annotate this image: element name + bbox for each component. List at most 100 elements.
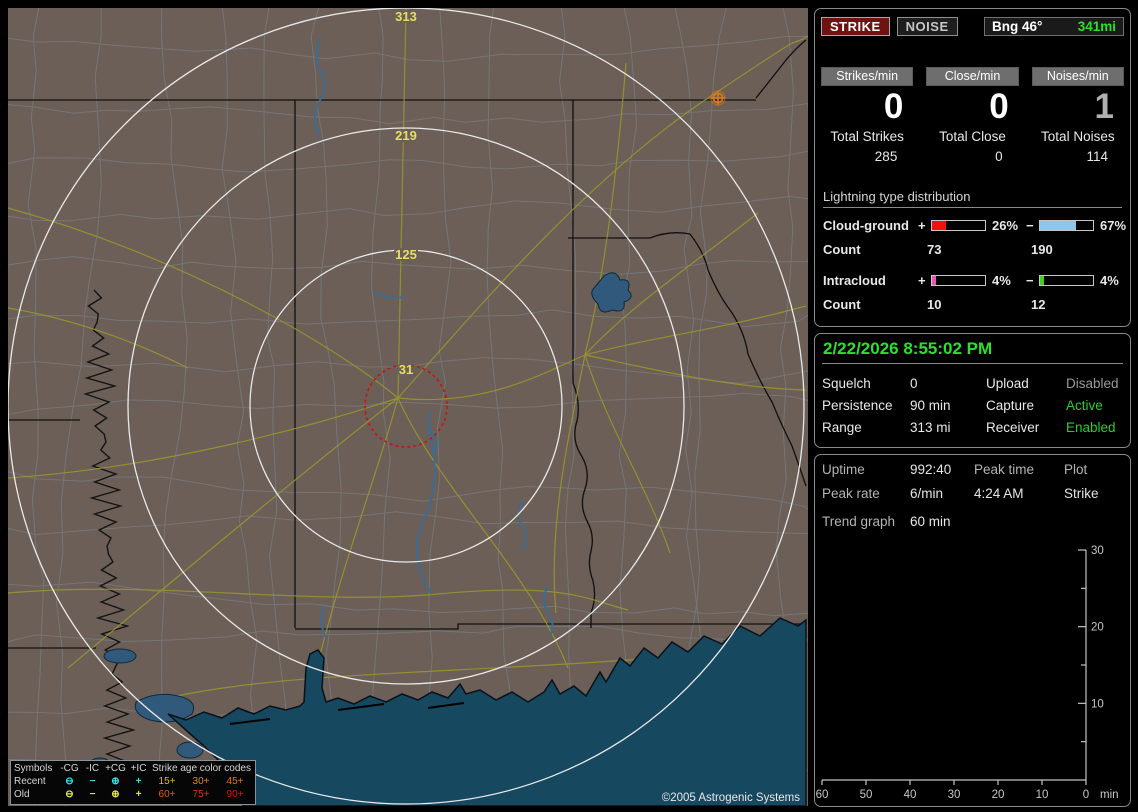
svg-text:10: 10 — [1036, 789, 1049, 801]
strike-symbol-plus-cg — [710, 90, 726, 106]
strike-toggle-button[interactable]: STRIKE — [821, 17, 890, 36]
plus-ic-recent-icon: + — [135, 776, 142, 787]
total-close-label: Total Close — [939, 128, 1006, 144]
close-per-min-button[interactable]: Close/min — [926, 67, 1019, 86]
plot-mode-value: Strike — [1064, 486, 1099, 501]
svg-text:30: 30 — [1091, 545, 1104, 557]
age-code-15: 15+ — [158, 776, 176, 787]
plus-sign: + — [918, 272, 926, 288]
age-code-90: 90+ — [226, 789, 244, 800]
ring-label-125: 125 — [395, 247, 417, 262]
intracloud-minus-bar — [1039, 274, 1094, 286]
strikes-per-min-column: Strikes/min 0 Total Strikes 285 — [821, 67, 914, 164]
minus-cg-recent-icon: ⊖ — [65, 776, 74, 787]
intracloud-minus-count: 12 — [1031, 296, 1046, 312]
count-label: Count — [823, 296, 861, 312]
squelch-value: 0 — [910, 376, 918, 391]
noises-per-min-value: 1 — [1094, 87, 1114, 126]
svg-text:30: 30 — [948, 789, 961, 801]
copyright-text: ©2005 Astrogenic Systems — [662, 792, 800, 804]
minus-ic-old-icon: − — [89, 789, 96, 800]
receiver-label: Receiver — [986, 420, 1040, 435]
capture-label: Capture — [986, 398, 1035, 413]
bearing-label: Bng 46° — [992, 19, 1043, 34]
cloud-ground-plus-bar — [931, 219, 986, 231]
age-code-45: 45+ — [226, 776, 244, 787]
legend-age-header: Strike age color codes — [152, 763, 251, 774]
close-per-min-column: Close/min 0 Total Close 0 — [926, 67, 1019, 164]
bearing-distance: 341mi — [1077, 19, 1116, 34]
total-noises-label: Total Noises — [1041, 128, 1115, 144]
noises-per-min-button[interactable]: Noises/min — [1031, 67, 1124, 86]
trend-graph-window: 60 min — [910, 514, 951, 529]
total-close-value: 0 — [995, 148, 1003, 164]
minus-ic-recent-icon: − — [89, 776, 96, 787]
legend-col-pcg: +CG — [105, 763, 126, 774]
uptime-value: 992:40 — [910, 462, 952, 477]
intracloud-minus-pct: 4% — [1100, 272, 1119, 288]
range-label: Range — [822, 420, 862, 435]
legend-symbols-header: Symbols — [14, 763, 53, 774]
plus-ic-old-icon: + — [135, 789, 142, 800]
plot-label: Plot — [1064, 462, 1088, 477]
count-label: Count — [823, 241, 861, 257]
cloud-ground-plus-pct: 26% — [992, 217, 1019, 233]
upload-label: Upload — [986, 376, 1029, 391]
age-code-30: 30+ — [192, 776, 210, 787]
receiver-status: Enabled — [1066, 420, 1116, 435]
age-code-60: 60+ — [158, 789, 176, 800]
legend-col-pic: +IC — [130, 763, 147, 774]
ring-label-313: 313 — [395, 9, 417, 24]
persistence-value: 90 min — [910, 398, 951, 413]
svg-text:0: 0 — [1083, 789, 1089, 801]
upload-status: Disabled — [1066, 376, 1119, 391]
persistence-label: Persistence — [822, 398, 893, 413]
peak-rate-label: Peak rate — [822, 486, 880, 501]
lightning-map[interactable]: 313 219 125 31 ©2005 Astrogenic Systems … — [8, 8, 808, 806]
ring-label-31: 31 — [399, 362, 413, 377]
strikes-per-min-button[interactable]: Strikes/min — [821, 67, 914, 86]
svg-text:min: min — [1100, 789, 1119, 801]
strikes-per-min-value: 0 — [883, 87, 904, 126]
intracloud-plus-bar — [931, 274, 986, 286]
total-strikes-label: Total Strikes — [830, 128, 904, 144]
cloud-ground-plus-count: 73 — [927, 241, 942, 257]
plus-cg-old-icon: ⊕ — [111, 789, 120, 800]
svg-text:10: 10 — [1091, 698, 1104, 710]
range-value: 313 mi — [910, 420, 951, 435]
noise-toggle-button[interactable]: NOISE — [896, 17, 958, 36]
minus-sign: − — [1026, 217, 1034, 233]
intracloud-plus-pct: 4% — [992, 272, 1011, 288]
peak-rate-value: 6/min — [910, 486, 944, 501]
map-legend: Symbols -CG -IC +CG +IC Strike age color… — [10, 760, 256, 805]
legend-row-old-label: Old — [14, 789, 30, 800]
legend-col-nic: -IC — [85, 763, 100, 774]
svg-text:50: 50 — [860, 789, 873, 801]
minus-cg-old-icon: ⊖ — [65, 789, 74, 800]
status-panel: 2/22/2026 8:55:02 PM Squelch 0 Upload Di… — [814, 333, 1131, 448]
intracloud-label: Intracloud — [823, 272, 886, 288]
bearing-display: Bng 46° 341mi — [984, 17, 1124, 36]
plus-sign: + — [918, 217, 926, 233]
trend-graph-label: Trend graph — [822, 514, 896, 529]
uptime-label: Uptime — [822, 462, 865, 477]
noises-per-min-column: Noises/min 1 Total Noises 114 — [1031, 67, 1124, 164]
age-code-75: 75+ — [192, 789, 210, 800]
ring-label-219: 219 — [395, 128, 417, 143]
cloud-ground-minus-count: 190 — [1031, 241, 1053, 257]
total-noises-value: 114 — [1086, 148, 1108, 164]
total-strikes-value: 285 — [874, 148, 898, 164]
strike-stats-panel: STRIKE NOISE Bng 46° 341mi Strikes/min 0… — [814, 8, 1131, 327]
peak-time-label: Peak time — [974, 462, 1035, 477]
minus-sign: − — [1026, 272, 1034, 288]
distribution-title: Lightning type distribution — [823, 189, 1122, 208]
cloud-ground-minus-pct: 67% — [1100, 217, 1127, 233]
capture-status: Active — [1066, 398, 1103, 413]
cloud-ground-minus-bar — [1039, 219, 1094, 231]
trend-graph: 10 20 30 60 50 40 30 20 10 0 min — [814, 542, 1126, 804]
trend-graph-canvas: 10 20 30 60 50 40 30 20 10 0 min — [816, 545, 1119, 801]
svg-text:60: 60 — [816, 789, 829, 801]
peak-time-value: 4:24 AM — [974, 486, 1024, 501]
cloud-ground-label: Cloud-ground — [823, 217, 909, 233]
svg-text:20: 20 — [1091, 622, 1104, 634]
